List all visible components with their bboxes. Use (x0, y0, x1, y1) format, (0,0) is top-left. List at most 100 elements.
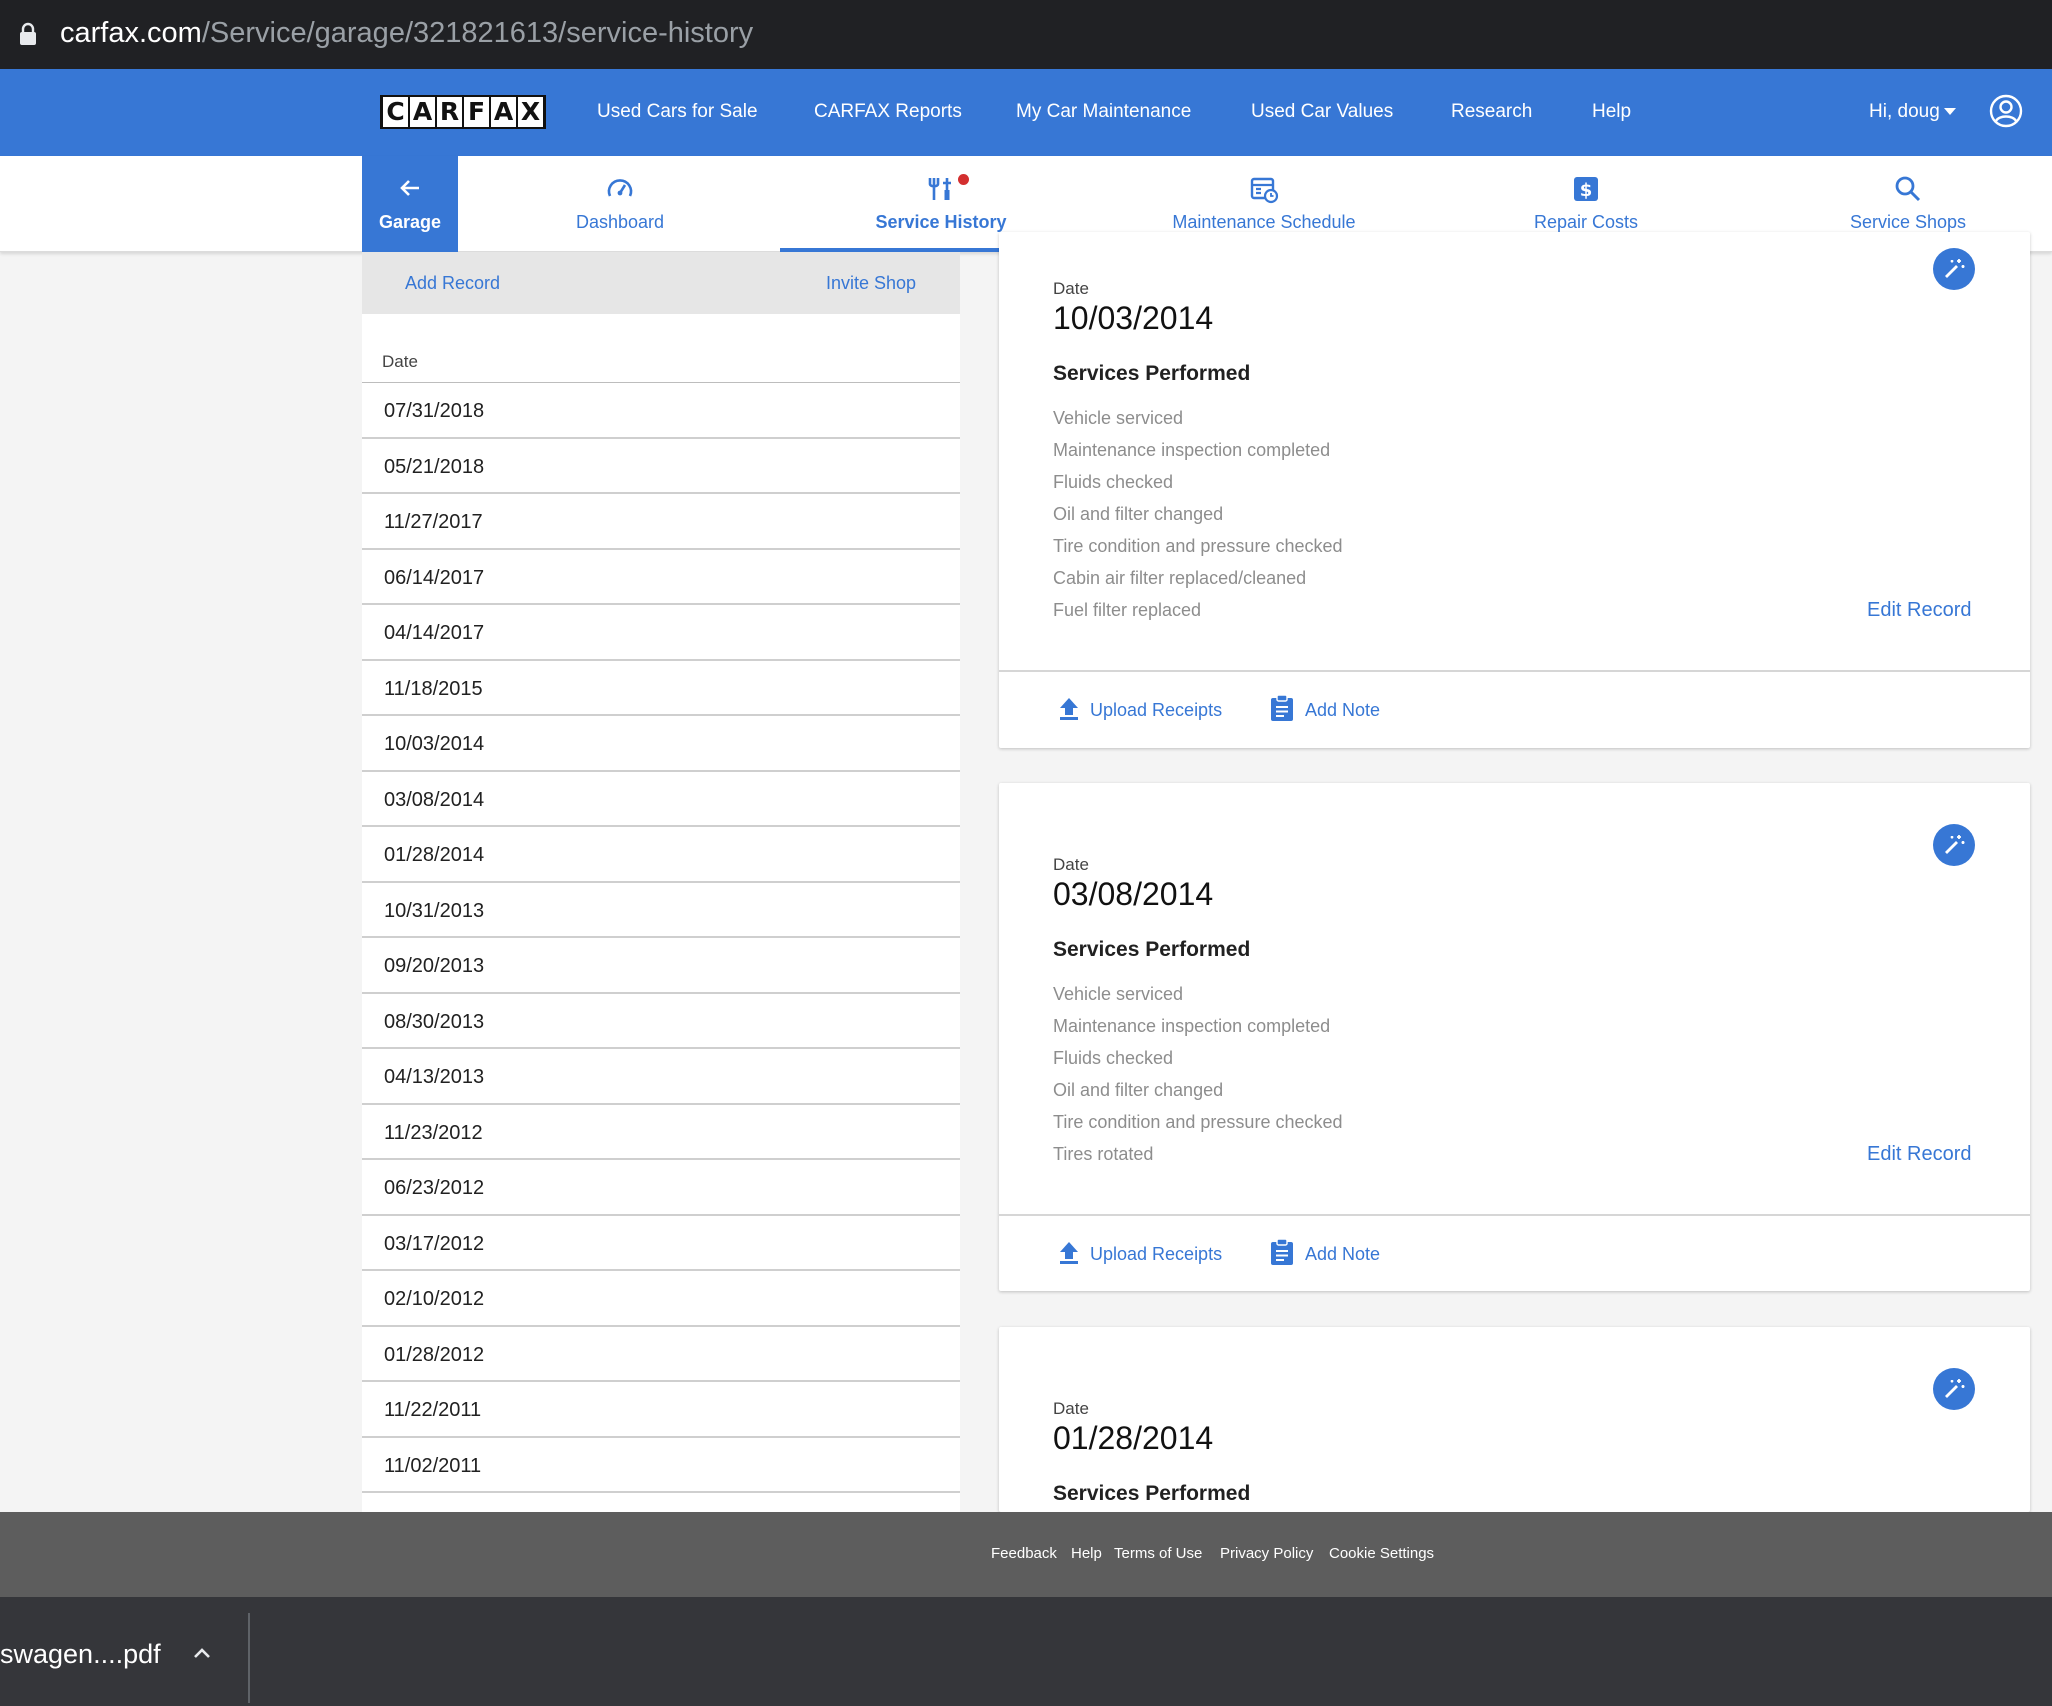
footer-privacy-link[interactable]: Privacy Policy (1220, 1544, 1313, 1564)
garage-back-button[interactable]: Garage (362, 156, 458, 252)
list-item[interactable]: 09/20/2013 (362, 938, 960, 994)
list-item[interactable]: 08/30/2013 (362, 994, 960, 1049)
tab-label: Service Shops (1849, 212, 1967, 232)
user-circle-icon[interactable] (1989, 94, 2023, 128)
list-item[interactable]: 11/23/2012 (362, 1105, 960, 1160)
list-item-date: 04/14/2017 (384, 622, 485, 644)
list-item-date: 02/10/2012 (384, 1288, 485, 1310)
add-record-link[interactable]: Add Record (405, 270, 500, 296)
list-item-date: 11/22/2011 (384, 1399, 482, 1421)
list-item[interactable]: 04/13/2013 (362, 1049, 960, 1105)
magic-wand-button[interactable] (1933, 248, 1975, 290)
nav-research[interactable]: Research (1451, 99, 1532, 125)
url-path: /Service/garage/321821613/service-histor… (201, 17, 754, 49)
tab-label: Repair Costs (1533, 212, 1639, 232)
footer-terms-link[interactable]: Terms of Use (1114, 1544, 1202, 1564)
footer-help-link[interactable]: Help (1071, 1544, 1102, 1564)
edit-record-link[interactable]: Edit Record (1867, 1140, 1972, 1168)
clipboard-icon (1271, 694, 1293, 721)
nav-my-car-maintenance[interactable]: My Car Maintenance (1016, 99, 1191, 125)
service-item: Tires rotated (1053, 1144, 1154, 1164)
date-label: Date (1053, 855, 1089, 874)
garage-label: Garage (378, 212, 442, 232)
logo-letter: A (410, 97, 435, 127)
invite-shop-link[interactable]: Invite Shop (826, 270, 916, 296)
list-item-date: 05/21/2018 (384, 455, 485, 478)
record-date: 10/03/2014 (1053, 300, 1214, 336)
magic-wand-button[interactable] (1933, 1368, 1975, 1410)
chevron-up-icon[interactable] (190, 1641, 214, 1665)
upload-icon (1060, 1242, 1078, 1264)
service-item: Oil and filter changed (1053, 504, 1224, 524)
list-item[interactable]: 03/17/2012 (362, 1216, 960, 1271)
list-item[interactable]: 11/02/2011 (362, 1438, 960, 1493)
upload-receipts-link[interactable]: Upload Receipts (1090, 698, 1222, 722)
add-note-link[interactable]: Add Note (1305, 698, 1380, 722)
notification-dot (958, 174, 969, 185)
clipboard-icon (1271, 1238, 1293, 1265)
dollar-icon: $ (1574, 177, 1598, 201)
url-text[interactable]: carfax.com/Service/garage/321821613/serv… (60, 14, 753, 52)
list-item[interactable]: 10/31/2013 (362, 883, 960, 938)
service-record-card: Date 01/28/2014 Services Performed (999, 1327, 2030, 1512)
tab-dashboard[interactable]: Dashboard (520, 156, 720, 252)
upload-receipts-link[interactable]: Upload Receipts (1090, 1242, 1222, 1266)
magic-wand-icon (1945, 835, 1965, 854)
logo-letter: C (383, 97, 408, 127)
service-item: Maintenance inspection completed (1053, 440, 1331, 460)
search-icon (1895, 176, 1921, 202)
service-item: Fluids checked (1053, 472, 1174, 492)
list-item[interactable]: 05/21/2018 (362, 439, 960, 494)
add-note-link[interactable]: Add Note (1305, 1242, 1380, 1266)
page-footer: Feedback Help Terms of Use Privacy Polic… (0, 1512, 2052, 1597)
list-item[interactable]: 01/28/2012 (362, 1327, 960, 1382)
service-item: Cabin air filter replaced/cleaned (1053, 568, 1307, 588)
service-item: Fluids checked (1053, 1048, 1174, 1068)
list-item[interactable]: 10/03/2014 (362, 716, 960, 772)
service-item: Tire condition and pressure checked (1053, 536, 1343, 556)
edit-record-link[interactable]: Edit Record (1867, 596, 1972, 624)
url-host: carfax.com (60, 17, 202, 49)
footer-feedback-link[interactable]: Feedback (991, 1544, 1057, 1564)
download-file-name[interactable]: swagen....pdf (0, 1637, 161, 1671)
magic-wand-button[interactable] (1933, 824, 1975, 866)
list-item-date: 10/03/2014 (384, 733, 485, 755)
list-item[interactable]: 11/22/2011 (362, 1382, 960, 1438)
list-item[interactable]: 01/28/2014 (362, 827, 960, 883)
list-item-date: 11/27/2017 (384, 511, 483, 533)
nav-used-car-values[interactable]: Used Car Values (1251, 99, 1393, 125)
services-performed-title: Services Performed (1053, 1482, 1251, 1505)
magic-wand-icon (1945, 259, 1965, 278)
list-item-date: 06/23/2012 (384, 1177, 485, 1199)
magic-wand-icon (1945, 1379, 1965, 1398)
service-item: Oil and filter changed (1053, 1080, 1224, 1100)
footer-cookie-settings-link[interactable]: Cookie Settings (1329, 1544, 1434, 1564)
browser-url-bar[interactable]: carfax.com/Service/garage/321821613/serv… (0, 0, 2052, 69)
logo-letter: A (491, 97, 516, 127)
carfax-logo[interactable]: C A R F A X (380, 95, 546, 129)
logo-letter: X (518, 97, 543, 127)
list-item-date: 03/08/2014 (384, 788, 485, 811)
list-item[interactable]: 11/27/2017 (362, 494, 960, 550)
tab-label: Dashboard (575, 212, 665, 232)
nav-carfax-reports[interactable]: CARFAX Reports (814, 99, 962, 125)
service-record-card: Date 10/03/2014 Services Performed Vehic… (999, 232, 2030, 748)
user-menu[interactable]: Hi, doug (1869, 99, 1940, 125)
list-item[interactable]: 06/23/2012 (362, 1160, 960, 1216)
list-item[interactable]: 04/14/2017 (362, 605, 960, 661)
list-item-date: 09/20/2013 (384, 955, 485, 977)
nav-used-cars[interactable]: Used Cars for Sale (597, 99, 758, 125)
list-item-date: 11/18/2015 (384, 677, 483, 700)
top-navigation: C A R F A X Used Cars for Sale CARFAX Re… (0, 69, 2052, 156)
nav-help[interactable]: Help (1592, 99, 1631, 125)
list-item-date: 08/30/2013 (384, 1010, 485, 1033)
list-item[interactable]: 11/18/2015 (362, 661, 960, 716)
list-item[interactable]: 06/14/2017 (362, 550, 960, 605)
list-item[interactable]: 07/31/2018 (362, 383, 960, 439)
date-label: Date (1053, 279, 1089, 298)
tab-label: Maintenance Schedule (1172, 212, 1356, 232)
chevron-down-icon[interactable] (1944, 108, 1956, 115)
list-item[interactable]: 02/10/2012 (362, 1271, 960, 1327)
card-divider (999, 1214, 2030, 1216)
list-item[interactable]: 03/08/2014 (362, 772, 960, 827)
